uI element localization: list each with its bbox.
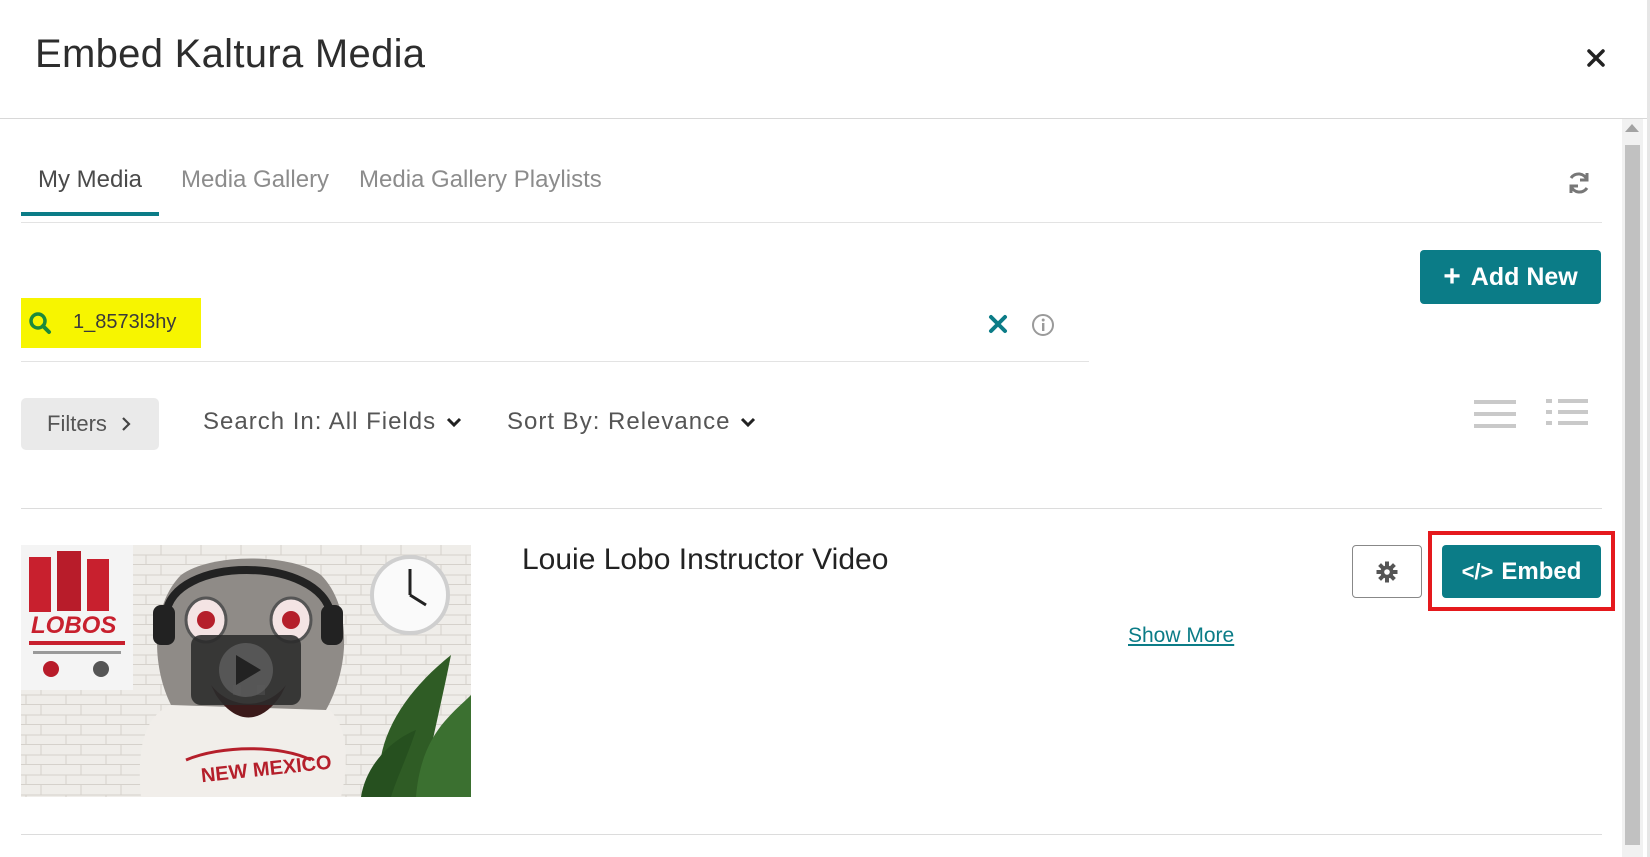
close-button[interactable] <box>1578 40 1614 76</box>
chevron-down-icon <box>447 417 462 428</box>
add-new-label: Add New <box>1470 262 1578 291</box>
search-in-label: Search In: All Fields <box>203 408 437 435</box>
sort-by-label: Sort By: Relevance <box>507 408 731 435</box>
refresh-icon[interactable] <box>1566 170 1592 196</box>
search-input[interactable]: 1_8573l3hy <box>73 311 176 334</box>
media-title[interactable]: Louie Lobo Instructor Video <box>522 543 888 577</box>
modal-title: Embed Kaltura Media <box>35 32 426 76</box>
info-icon[interactable] <box>1031 313 1055 337</box>
chevron-right-icon <box>122 417 131 431</box>
search-in-dropdown[interactable]: Search In: All Fields <box>203 408 462 436</box>
scrollbar-thumb[interactable] <box>1625 145 1640 845</box>
chevron-down-icon <box>741 417 756 428</box>
filters-button[interactable]: Filters <box>21 398 159 450</box>
media-thumbnail[interactable]: LOBOS NEW MEXICO <box>21 545 471 797</box>
search-bar: 1_8573l3hy <box>21 298 1089 362</box>
filters-label: Filters <box>47 411 107 436</box>
tab-media-gallery[interactable]: Media Gallery <box>181 166 329 216</box>
tab-media-gallery-playlists[interactable]: Media Gallery Playlists <box>359 166 602 216</box>
scroll-up-arrow[interactable] <box>1625 124 1639 132</box>
media-tabs: My Media Media Gallery Media Gallery Pla… <box>21 150 1602 223</box>
code-icon: </> <box>1461 558 1494 584</box>
embed-button[interactable]: </> Embed <box>1442 545 1601 598</box>
show-more-link[interactable]: Show More <box>1128 624 1234 648</box>
list-view-icon[interactable] <box>1474 398 1516 430</box>
gear-icon <box>1376 561 1398 582</box>
add-new-button[interactable]: + Add New <box>1420 250 1601 304</box>
results-bottom-divider <box>21 834 1602 835</box>
tab-my-media[interactable]: My Media <box>21 166 160 216</box>
results-divider <box>21 508 1602 509</box>
close-icon <box>1587 49 1605 67</box>
modal-header: Embed Kaltura Media <box>0 0 1650 119</box>
clear-icon[interactable] <box>987 313 1009 335</box>
poster-text: LOBOS <box>31 612 116 639</box>
embed-label: Embed <box>1501 557 1582 585</box>
settings-button[interactable] <box>1352 545 1422 598</box>
plus-icon: + <box>1443 260 1461 293</box>
thumbnail-image: LOBOS NEW MEXICO <box>21 545 471 797</box>
detailed-list-view-icon[interactable] <box>1546 398 1588 430</box>
search-icon <box>29 312 51 334</box>
sort-by-dropdown[interactable]: Sort By: Relevance <box>507 408 756 436</box>
